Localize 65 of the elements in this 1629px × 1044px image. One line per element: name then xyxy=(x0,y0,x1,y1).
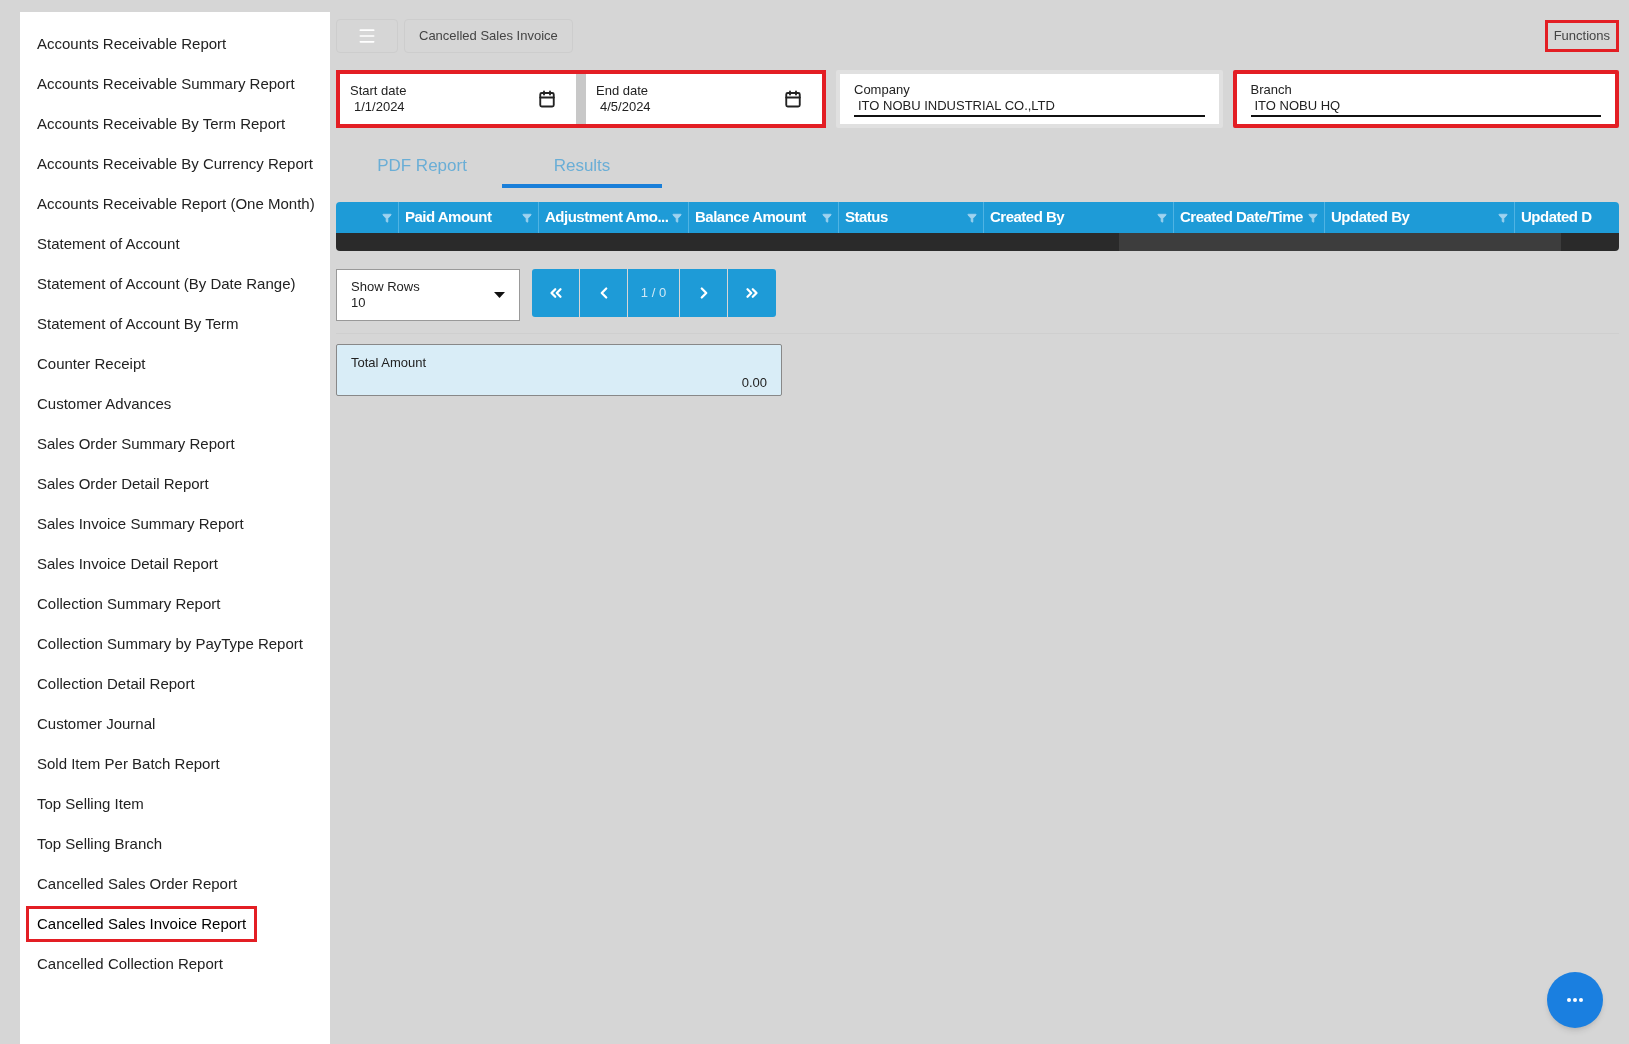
previous-page-button[interactable] xyxy=(580,269,628,317)
sidebar-item[interactable]: Cancelled Sales Order Report xyxy=(26,865,249,903)
sidebar-item[interactable]: Customer Journal xyxy=(26,705,167,743)
filter-icon[interactable] xyxy=(822,212,832,223)
field-value: 10 xyxy=(351,295,367,311)
filter-icon[interactable] xyxy=(382,212,392,223)
calendar-icon xyxy=(538,90,556,108)
sidebar-item[interactable]: Top Selling Item xyxy=(26,785,155,823)
filter-icon[interactable] xyxy=(672,212,682,223)
scrollbar-thumb[interactable] xyxy=(1119,233,1561,251)
menu-button[interactable] xyxy=(336,19,398,53)
sidebar-item[interactable]: Statement of Account By Term xyxy=(26,305,250,343)
sidebar-item[interactable]: Sales Order Detail Report xyxy=(26,465,220,503)
field-value: 1/1/2024 xyxy=(353,99,406,115)
sidebar-item[interactable]: Sales Invoice Detail Report xyxy=(26,545,229,583)
sidebar-item[interactable]: Counter Receipt xyxy=(26,345,157,383)
first-page-button[interactable] xyxy=(532,269,580,317)
horizontal-scrollbar[interactable] xyxy=(336,233,1619,251)
show-rows-select[interactable]: Show Rows 10 xyxy=(336,269,520,321)
select-field[interactable]: Branch ITO NOBU HQ xyxy=(1232,70,1619,128)
filter-icon[interactable] xyxy=(1498,212,1508,223)
last-page-button[interactable] xyxy=(728,269,776,317)
sidebar-item[interactable]: Cancelled Sales Invoice Report xyxy=(26,905,258,943)
date-field[interactable]: End date 4/5/2024 xyxy=(586,74,822,124)
sidebar-item[interactable]: Collection Summary Report xyxy=(26,585,232,623)
field-value: ITO NOBU INDUSTRIAL CO.,LTD xyxy=(854,97,1205,117)
sidebar-item[interactable]: Cancelled Collection Report xyxy=(26,945,234,983)
sidebar-item[interactable]: Accounts Receivable By Term Report xyxy=(26,105,297,143)
sidebar-item[interactable]: Top Selling Branch xyxy=(26,825,174,863)
field-label: Show Rows xyxy=(351,279,421,295)
field-value: 4/5/2024 xyxy=(599,99,652,115)
sidebar-item[interactable]: Statement of Account (By Date Range) xyxy=(26,265,307,303)
sidebar-item[interactable]: Accounts Receivable Report (One Month) xyxy=(26,185,326,223)
sidebar-item[interactable]: Accounts Receivable By Currency Report xyxy=(26,145,324,183)
field-label: End date xyxy=(596,83,650,99)
sidebar-item[interactable]: Accounts Receivable Summary Report xyxy=(26,65,306,103)
sidebar-item[interactable]: Sales Invoice Summary Report xyxy=(26,505,255,543)
sidebar-item[interactable]: Statement of Account xyxy=(26,225,191,263)
functions-button[interactable]: Functions xyxy=(1544,20,1619,52)
more-button[interactable] xyxy=(1547,972,1603,1028)
sidebar-item[interactable]: Collection Summary by PayType Report xyxy=(26,625,314,663)
menu-icon xyxy=(357,26,377,46)
total-label: Total Amount xyxy=(351,354,428,372)
field-label: Company xyxy=(854,81,911,98)
more-icon xyxy=(1567,998,1583,1002)
filter-icon[interactable] xyxy=(1308,212,1318,223)
total-value: 0.00 xyxy=(741,373,767,392)
next-page-button[interactable] xyxy=(680,269,728,317)
field-value: ITO NOBU HQ xyxy=(1250,97,1601,117)
calendar-icon xyxy=(784,90,802,108)
date-field[interactable]: Start date 1/1/2024 xyxy=(340,74,576,124)
sidebar-item[interactable]: Accounts Receivable Report xyxy=(26,25,238,63)
sidebar-item[interactable]: Sold Item Per Batch Report xyxy=(26,745,231,783)
filter-icon[interactable] xyxy=(967,212,977,223)
field-label: Start date xyxy=(350,83,408,99)
sidebar-item[interactable]: Collection Detail Report xyxy=(26,665,206,703)
select-field[interactable]: Company ITO NOBU INDUSTRIAL CO.,LTD xyxy=(836,70,1223,128)
sidebar-item[interactable]: Customer Advances xyxy=(26,385,183,423)
filter-icon[interactable] xyxy=(522,212,532,223)
page-indicator: 1 / 0 xyxy=(628,269,680,317)
dropdown-caret-icon xyxy=(494,292,505,298)
sidebar-item[interactable]: Sales Order Summary Report xyxy=(26,425,246,463)
field-label: Branch xyxy=(1250,81,1293,98)
filter-icon[interactable] xyxy=(1157,212,1167,223)
page-title: Cancelled Sales Invoice xyxy=(404,19,573,53)
